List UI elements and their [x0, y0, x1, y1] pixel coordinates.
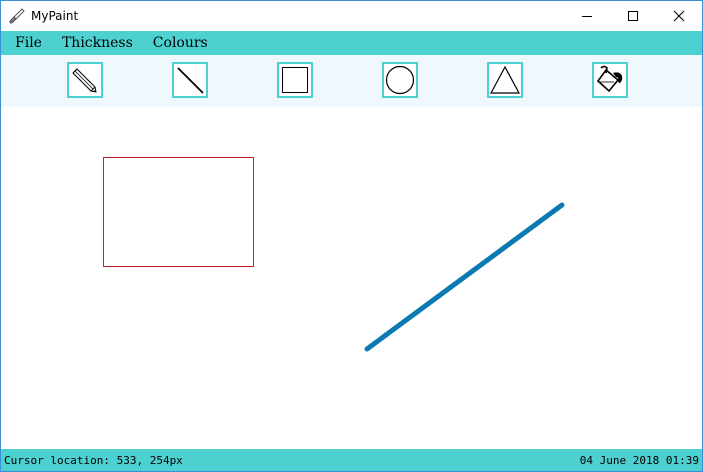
triangle-icon — [489, 65, 521, 94]
menu-file[interactable]: File — [1, 31, 52, 55]
close-button[interactable] — [656, 1, 702, 31]
fill-tool-button[interactable] — [592, 62, 628, 98]
status-bar: Cursor location: 533, 254px 04 June 2018… — [1, 449, 702, 471]
minimize-icon — [582, 16, 592, 17]
circle-icon — [385, 65, 415, 95]
status-datetime: 04 June 2018 01:39 — [579, 453, 699, 467]
close-icon — [673, 10, 685, 22]
pencil-icon — [72, 68, 97, 93]
brush-icon — [9, 8, 25, 24]
minimize-button[interactable] — [564, 1, 610, 31]
menu-bar: File Thickness Colours — [1, 31, 702, 55]
menu-colours[interactable]: Colours — [143, 31, 218, 55]
tool-bar — [1, 55, 702, 107]
title-bar[interactable]: MyPaint — [1, 1, 702, 31]
triangle-tool-button[interactable] — [487, 62, 523, 98]
rectangle-icon — [282, 67, 308, 93]
circle-tool-button[interactable] — [382, 62, 418, 98]
drawn-rectangle — [103, 157, 254, 267]
menu-thickness[interactable]: Thickness — [52, 31, 143, 55]
rectangle-tool-button[interactable] — [277, 62, 313, 98]
window-controls — [564, 1, 702, 31]
cursor-location: Cursor location: 533, 254px — [4, 453, 183, 467]
drawing-canvas[interactable] — [1, 107, 702, 449]
pencil-tool-button[interactable] — [67, 62, 103, 98]
app-window: MyPaint File Thickness Colours Cursor lo… — [0, 0, 703, 472]
drawn-line — [364, 202, 565, 352]
window-title: MyPaint — [31, 9, 79, 23]
line-tool-button[interactable] — [172, 62, 208, 98]
line-icon — [177, 67, 204, 94]
paint-bucket-icon — [596, 65, 623, 93]
maximize-icon — [628, 11, 638, 21]
maximize-button[interactable] — [610, 1, 656, 31]
